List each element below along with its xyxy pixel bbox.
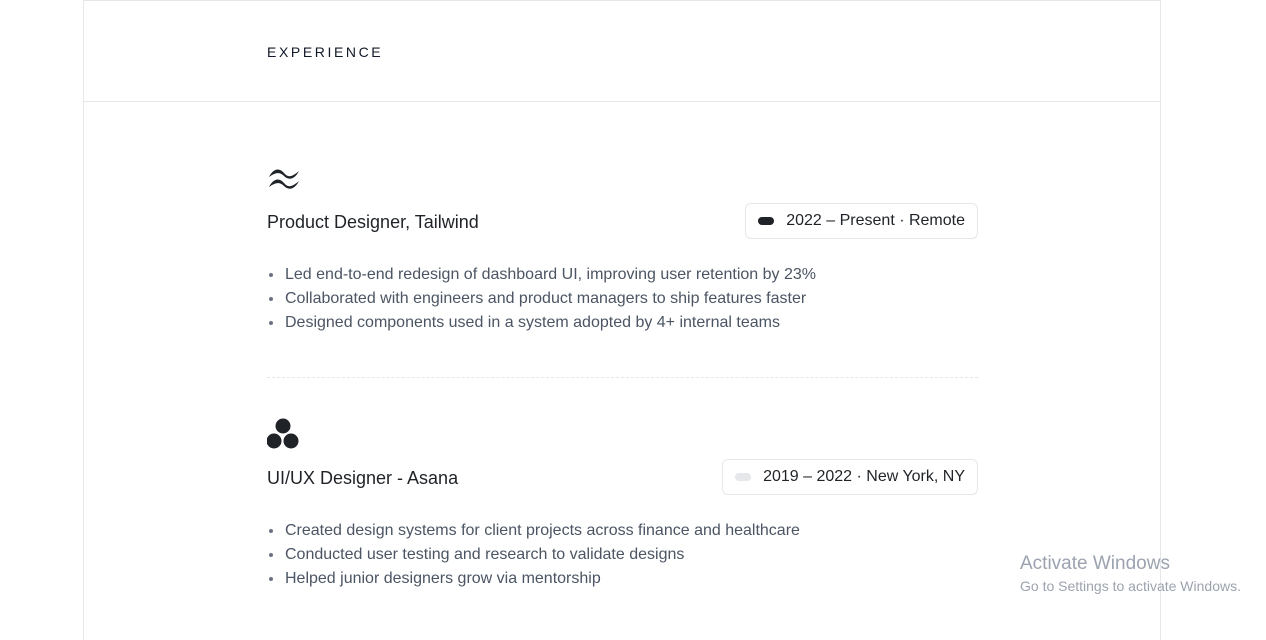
job-title: UI/UX Designer - Asana [267,468,459,488]
list-item: Collaborated with engineers and product … [267,287,978,311]
badge-text: 2022 – Present · Remote [786,212,965,229]
asana-logo-icon [267,418,299,449]
date-location-badge: 2019 – 2022 · New York, NY [722,459,978,495]
list-item: Created design systems for client projec… [267,519,978,543]
status-indicator [735,473,752,481]
watermark-title: Activate Windows [1020,553,1170,574]
watermark-subtitle: Go to Settings to activate Windows. [1020,578,1241,594]
badge-text: 2019 – 2022 · New York, NY [763,468,965,485]
job-entry-tailwind: Product Designer, Tailwind 2022 – Presen… [267,161,978,335]
divider [267,377,978,378]
tailwind-logo-icon [269,169,299,189]
section-header: EXPERIENCE [84,1,1160,102]
activate-windows-watermark: Activate Windows Go to Settings to activ… [1020,552,1241,596]
job-highlights-list: Created design systems for client projec… [267,519,978,591]
list-item: Led end-to-end redesign of dashboard UI,… [267,263,978,287]
section-title: EXPERIENCE [267,44,384,60]
list-item: Conducted user testing and research to v… [267,543,978,567]
job-header: UI/UX Designer - Asana 2019 – 2022 · New… [267,459,978,497]
job-header: Product Designer, Tailwind 2022 – Presen… [267,203,978,241]
job-entry-asana: UI/UX Designer - Asana 2019 – 2022 · New… [267,417,978,591]
job-highlights-list: Led end-to-end redesign of dashboard UI,… [267,263,978,335]
date-location-badge: 2022 – Present · Remote [745,203,978,239]
experience-card: EXPERIENCE Product Designer, Tailwind 20… [83,0,1161,640]
status-indicator [758,217,775,225]
list-item: Designed components used in a system ado… [267,311,978,335]
job-title: Product Designer, Tailwind [267,212,479,232]
list-item: Helped junior designers grow via mentors… [267,567,978,591]
